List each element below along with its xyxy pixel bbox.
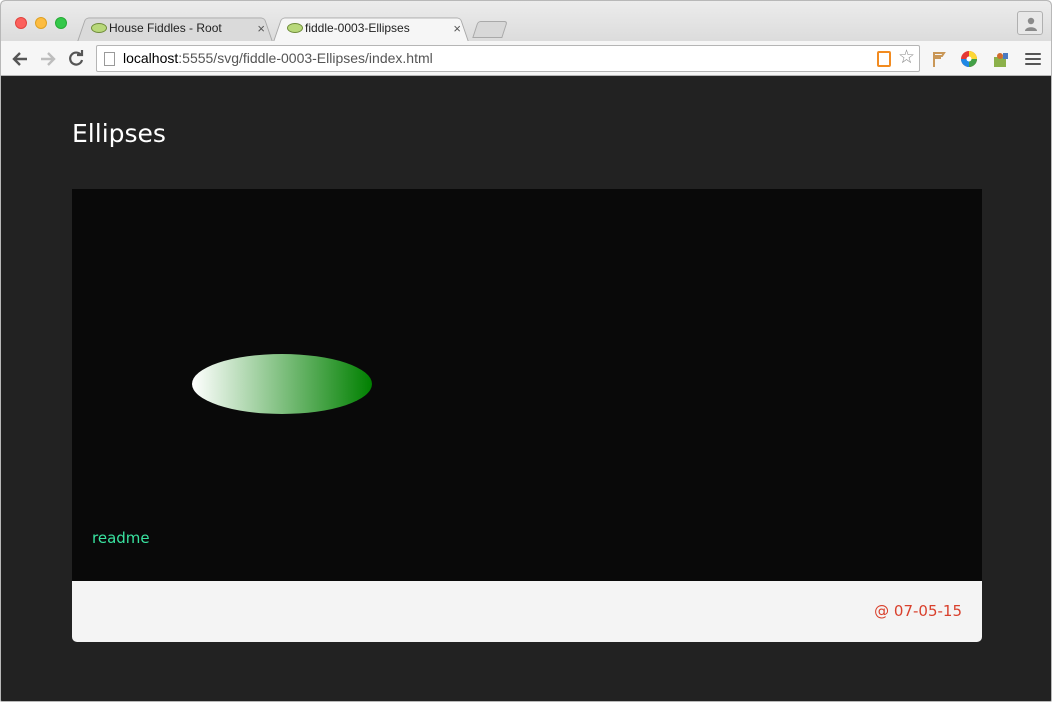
rss-feed-icon[interactable] [877,51,891,67]
extension-signpost-icon[interactable] [929,49,949,69]
tab-title: House Fiddles - Root [109,21,222,35]
svg-stage: readme [72,189,982,581]
close-window-button[interactable] [15,17,27,29]
tab-title: fiddle-0003-Ellipses [305,21,410,35]
address-bar[interactable]: localhost:5555/svg/fiddle-0003-Ellipses/… [96,45,920,72]
bookmark-star-icon[interactable]: ☆ [898,48,915,68]
zoom-window-button[interactable] [55,17,67,29]
title-bar: House Fiddles - Root × fiddle-0003-Ellip… [1,1,1051,42]
forward-arrow-icon[interactable] [38,49,58,69]
page-content: Ellipses readme @ 07-05-15 [1,77,1051,701]
gradient-ellipse [192,354,372,414]
tab-favicon-icon [91,23,107,33]
card-footer: @ 07-05-15 [72,581,982,642]
back-arrow-icon[interactable] [10,49,30,69]
person-icon [1025,17,1037,31]
browser-window: House Fiddles - Root × fiddle-0003-Ellip… [0,0,1052,702]
tab-close-icon[interactable]: × [453,15,461,42]
reload-icon[interactable] [66,49,86,69]
page-title: Ellipses [72,119,166,148]
extension-color-wheel-icon[interactable] [959,49,979,69]
tab-close-icon[interactable]: × [257,15,265,42]
url-text: localhost:5555/svg/fiddle-0003-Ellipses/… [123,50,433,66]
tab-fiddle-0003-ellipses[interactable]: fiddle-0003-Ellipses × [273,15,469,42]
date-stamp: @ 07-05-15 [874,602,962,620]
minimize-window-button[interactable] [35,17,47,29]
menu-icon[interactable] [1025,53,1041,68]
profile-button[interactable] [1017,11,1043,35]
ellipse-canvas [192,354,372,414]
extension-puzzle-icon[interactable] [991,49,1011,69]
tab-favicon-icon [287,23,303,33]
new-tab-button[interactable] [472,21,508,38]
tab-house-fiddles-root[interactable]: House Fiddles - Root × [77,15,273,42]
browser-toolbar: localhost:5555/svg/fiddle-0003-Ellipses/… [1,41,1051,76]
readme-link[interactable]: readme [92,529,150,547]
fiddle-card: readme @ 07-05-15 [72,189,982,642]
page-icon [104,52,115,66]
